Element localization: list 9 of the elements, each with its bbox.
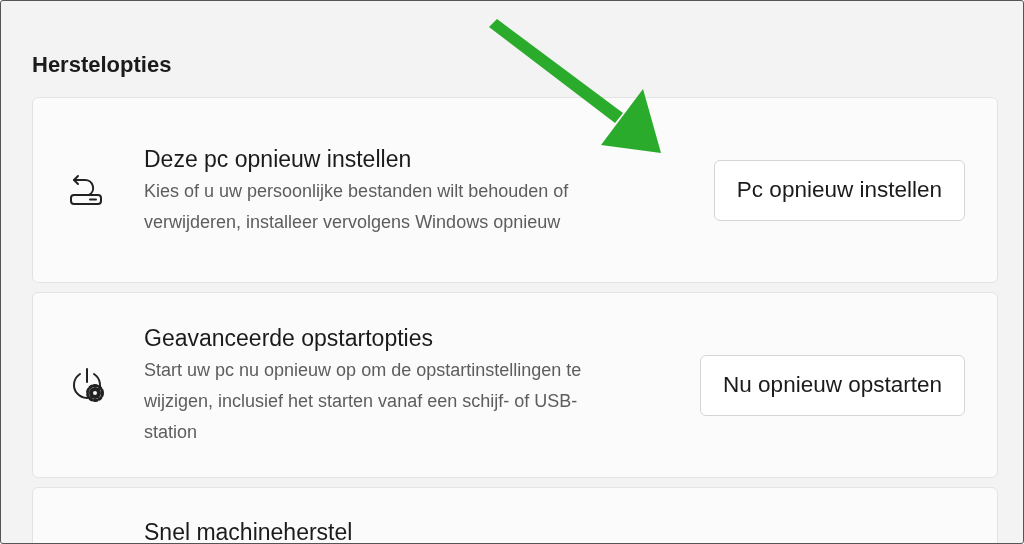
card-title: Snel machineherstel	[144, 518, 354, 543]
action-button[interactable]: Pc opnieuw instellen	[713, 159, 965, 221]
card-description: Start uw pc nu opnieuw op om de opstartinstellingen te wijzigen, inclusief het starten vanaf een schijf- of USB-station	[144, 359, 583, 444]
reset-icon	[68, 172, 104, 208]
card-title: Deze pc opnieuw instellen	[144, 144, 413, 174]
action-button[interactable]: Nu opnieuw opstarten	[700, 354, 965, 416]
section-title: Herstelopties	[32, 51, 172, 79]
card-description: Kies of u uw persoonlijke bestanden wilt behouden of verwijderen, installeer vervolgens Windows opnieuw	[144, 179, 570, 234]
card-title: Geavanceerde opstartopties	[144, 324, 434, 353]
